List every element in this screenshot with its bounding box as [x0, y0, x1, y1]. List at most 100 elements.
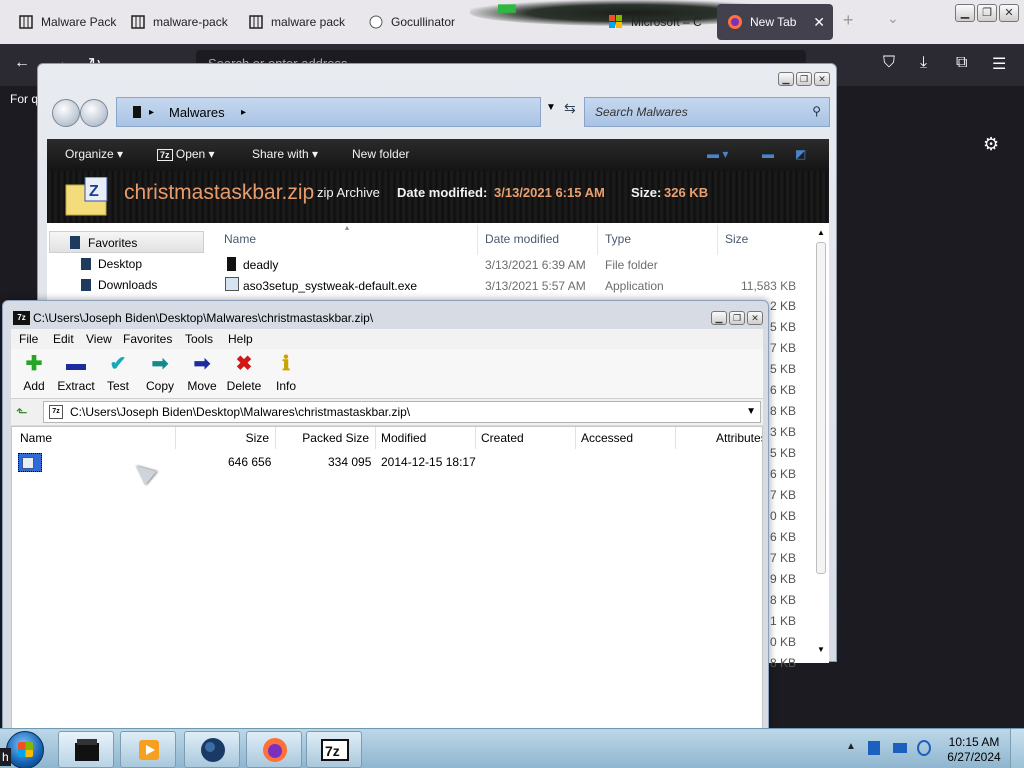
delete-x-icon: ✖: [235, 353, 253, 375]
show-desktop-button[interactable]: [1010, 729, 1024, 768]
taskbar-globe-app[interactable]: [184, 731, 240, 768]
start-button[interactable]: [6, 731, 44, 768]
gear-icon[interactable]: ⚙: [983, 134, 999, 155]
menu-favorites[interactable]: Favorites: [123, 332, 172, 346]
move-button[interactable]: ➡ Move: [181, 353, 223, 397]
extensions-icon[interactable]: ⧉: [956, 54, 967, 72]
tab-malware-pack-2[interactable]: malware-pack: [120, 4, 236, 40]
tab-malware-pack-3[interactable]: malware pack: [238, 4, 356, 40]
tab-malware-pack-1[interactable]: Malware Pack: [8, 4, 120, 40]
command-bar: Organize ▾ 7z Open ▾ Share with ▾ New fo…: [47, 139, 829, 171]
new-folder-button[interactable]: New folder: [352, 147, 409, 161]
scroll-thumb[interactable]: [816, 242, 826, 574]
up-folder-icon[interactable]: ⬑: [16, 404, 28, 421]
page-icon: [18, 14, 34, 30]
favorites-header[interactable]: Favorites: [49, 231, 204, 253]
dropdown-arrow-icon[interactable]: ▼: [746, 406, 756, 417]
close-button[interactable]: ✕: [814, 72, 830, 86]
menu-help[interactable]: Help: [228, 332, 253, 346]
selected-file-name[interactable]: ChristmasTaskbar.exe: [18, 453, 155, 501]
list-all-tabs-button[interactable]: ⌄: [887, 10, 899, 27]
view-icon[interactable]: ▬ ▾: [707, 147, 728, 161]
menu-icon[interactable]: ☰: [992, 54, 1006, 74]
column-size[interactable]: Size: [176, 427, 276, 449]
refresh-icon[interactable]: ⇆: [564, 100, 576, 117]
path-combobox[interactable]: 7z C:\Users\Joseph Biden\Desktop\Malware…: [43, 401, 761, 423]
column-size[interactable]: Size: [725, 232, 748, 246]
column-accessed[interactable]: Accessed: [576, 427, 676, 449]
new-tab-button[interactable]: +: [843, 10, 854, 31]
minimize-button[interactable]: ▁: [778, 72, 794, 86]
search-input[interactable]: Search Malwares ⚲: [584, 97, 830, 127]
info-button[interactable]: ℹ Info: [265, 353, 307, 397]
maximize-button[interactable]: ❐: [796, 72, 812, 86]
tab-gocullinator[interactable]: Gocullinator: [358, 4, 456, 40]
scroll-down-icon[interactable]: ▼: [817, 645, 825, 654]
move-arrow-icon: ➡: [193, 353, 211, 375]
search-icon[interactable]: ⚲: [812, 104, 821, 118]
breadcrumb-arrow-icon[interactable]: ▸: [241, 107, 246, 118]
download-icon[interactable]: ⤓: [920, 54, 927, 72]
show-hidden-icons-icon[interactable]: ▲: [846, 741, 856, 752]
nav-item-downloads[interactable]: Downloads: [81, 278, 157, 292]
menu-file[interactable]: File: [19, 332, 38, 346]
back-icon[interactable]: ←: [14, 54, 30, 72]
7zip-icon: 7z: [321, 737, 349, 763]
taskbar-explorer-app[interactable]: [58, 731, 114, 768]
vertical-scrollbar[interactable]: ▲ ▼: [814, 228, 828, 654]
tray-volume-icon[interactable]: [917, 740, 931, 756]
breadcrumb-malwares[interactable]: Malwares: [169, 105, 225, 120]
address-bar[interactable]: ▸ Malwares ▸: [116, 97, 541, 127]
menu-view[interactable]: View: [86, 332, 112, 346]
clock[interactable]: 10:15 AM 6/27/2024: [945, 735, 1003, 765]
column-packed-size[interactable]: Packed Size: [276, 427, 376, 449]
column-type[interactable]: Type: [605, 232, 631, 246]
test-button[interactable]: ✔ Test: [97, 353, 139, 397]
scroll-up-icon[interactable]: ▲: [817, 228, 825, 237]
minimize-button[interactable]: ▁: [955, 4, 975, 22]
nav-item-desktop[interactable]: Desktop: [81, 257, 142, 271]
address-dropdown-icon[interactable]: ▼: [546, 102, 556, 113]
taskbar-media-player-app[interactable]: [120, 731, 176, 768]
delete-button[interactable]: ✖ Delete: [223, 353, 265, 397]
close-button[interactable]: ✕: [999, 4, 1019, 22]
menu-tools[interactable]: Tools: [185, 332, 213, 346]
preview-pane-icon[interactable]: ▬: [762, 147, 774, 161]
file-row-aso3setup[interactable]: aso3setup_systweak-default.exe 3/13/2021…: [217, 276, 807, 296]
tab-new-tab[interactable]: New Tab ✕: [717, 4, 833, 40]
column-name[interactable]: Name: [12, 427, 176, 449]
close-tab-icon[interactable]: ✕: [813, 14, 825, 31]
column-attributes[interactable]: Attributes: [676, 427, 762, 449]
tray-network-icon[interactable]: [868, 741, 880, 755]
taskbar-7zip-app[interactable]: 7z: [306, 731, 362, 768]
taskbar-firefox-app[interactable]: [246, 731, 302, 768]
column-name[interactable]: Name: [224, 232, 256, 246]
file-row-deadly[interactable]: deadly 3/13/2021 6:39 AM File folder: [217, 255, 807, 275]
help-icon[interactable]: ◩: [795, 147, 806, 161]
size-peek-value: 6 KB: [770, 383, 797, 397]
back-button[interactable]: [52, 99, 80, 127]
extract-button[interactable]: ▬ Extract: [55, 353, 97, 397]
archive-icon: 7z: [49, 405, 63, 419]
tray-display-icon[interactable]: [893, 743, 907, 753]
toolbar-label: Extract: [57, 379, 95, 393]
share-with-button[interactable]: Share with ▾: [252, 147, 318, 161]
open-button[interactable]: 7z Open ▾: [157, 147, 215, 161]
maximize-button[interactable]: ❐: [729, 311, 745, 325]
size-peek-value: 1 KB: [770, 614, 797, 628]
tab-microsoft[interactable]: Microsoft – C: [598, 4, 710, 40]
organize-button[interactable]: Organize ▾: [65, 147, 123, 161]
column-created[interactable]: Created: [476, 427, 576, 449]
restore-button[interactable]: ❐: [977, 4, 997, 22]
close-button[interactable]: ✕: [747, 311, 763, 325]
column-date-modified[interactable]: Date modified: [485, 232, 559, 246]
firefox-status-text: h: [0, 748, 11, 766]
pocket-icon[interactable]: ⛉: [883, 54, 895, 72]
add-button[interactable]: ✚ Add: [13, 353, 55, 397]
forward-button[interactable]: [80, 99, 108, 127]
archive-file-list: Name Size Packed Size Modified Created A…: [11, 426, 763, 731]
column-modified[interactable]: Modified: [376, 427, 476, 449]
copy-button[interactable]: ➡ Copy: [139, 353, 181, 397]
menu-edit[interactable]: Edit: [53, 332, 74, 346]
minimize-button[interactable]: ▁: [711, 311, 727, 325]
